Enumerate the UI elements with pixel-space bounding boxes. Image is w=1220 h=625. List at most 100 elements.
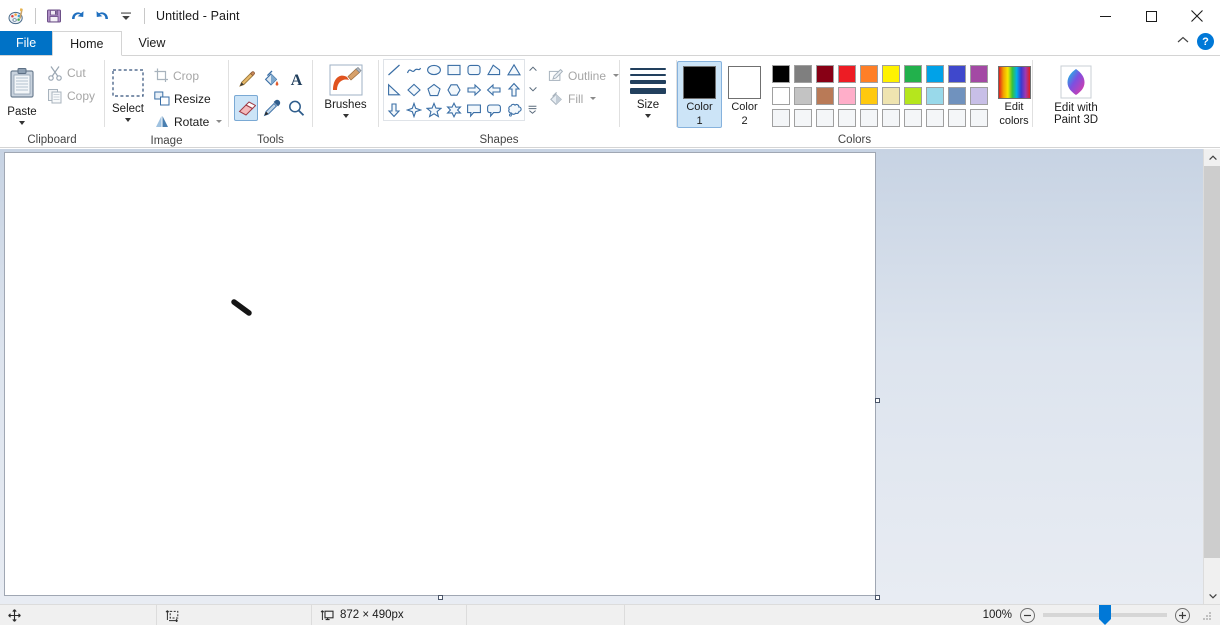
tab-view[interactable]: View <box>122 31 183 55</box>
palette-swatch-r2-c2[interactable] <box>793 86 815 108</box>
palette-swatch-r3-c7[interactable] <box>903 108 925 130</box>
polygon-shape[interactable] <box>484 60 504 80</box>
palette-swatch-r2-c6[interactable] <box>881 86 903 108</box>
size-dropdown-arrow[interactable] <box>645 114 651 118</box>
cut-button[interactable]: Cut <box>44 61 98 84</box>
scrollbar-thumb[interactable] <box>1204 166 1220 558</box>
zoom-slider-track[interactable] <box>1043 613 1167 617</box>
rectangular-callout-shape[interactable] <box>464 100 484 120</box>
text-tool[interactable]: A <box>284 66 308 92</box>
shapes-scroll-down-icon[interactable] <box>526 80 539 99</box>
color-picker-tool[interactable] <box>259 95 283 121</box>
canvas-resize-handle-right[interactable] <box>875 398 880 403</box>
close-button[interactable] <box>1174 0 1220 32</box>
maximize-button[interactable] <box>1128 0 1174 32</box>
resize-grip-icon[interactable] <box>1200 609 1212 621</box>
curve-shape[interactable] <box>404 60 424 80</box>
copy-button[interactable]: Copy <box>44 84 98 107</box>
zoom-out-button[interactable] <box>1020 608 1035 623</box>
scroll-up-arrow-icon[interactable] <box>1204 149 1220 166</box>
select-button[interactable]: Select <box>105 59 151 122</box>
palette-swatch-r3-c4[interactable] <box>837 108 859 130</box>
five-point-star-shape[interactable] <box>424 100 444 120</box>
pentagon-shape[interactable] <box>424 80 444 100</box>
four-point-star-shape[interactable] <box>404 100 424 120</box>
color-2-button[interactable]: Color 2 <box>722 61 767 128</box>
color-1-button[interactable]: Color 1 <box>677 61 722 128</box>
paste-dropdown-arrow[interactable] <box>19 121 25 125</box>
oval-shape[interactable] <box>424 60 444 80</box>
tab-file[interactable]: File <box>0 31 52 55</box>
scroll-down-arrow-icon[interactable] <box>1204 587 1220 604</box>
canvas-resize-handle-bottom[interactable] <box>438 595 443 600</box>
palette-swatch-r1-c4[interactable] <box>837 64 859 86</box>
palette-swatch-r1-c3[interactable] <box>815 64 837 86</box>
shapes-more-icon[interactable] <box>526 100 539 119</box>
palette-swatch-r2-c8[interactable] <box>925 86 947 108</box>
palette-swatch-r2-c5[interactable] <box>859 86 881 108</box>
collapse-ribbon-icon[interactable] <box>1177 36 1189 47</box>
line-shape[interactable] <box>384 60 404 80</box>
rounded-rectangle-shape[interactable] <box>464 60 484 80</box>
palette-swatch-r3-c5[interactable] <box>859 108 881 130</box>
cloud-callout-shape[interactable] <box>504 100 524 120</box>
down-arrow-shape[interactable] <box>384 100 404 120</box>
undo-icon[interactable] <box>67 5 89 27</box>
rotate-button[interactable]: Rotate <box>151 110 225 133</box>
size-button[interactable]: Size <box>624 59 672 118</box>
canvas-resize-handle-corner[interactable] <box>875 595 880 600</box>
hexagon-shape[interactable] <box>444 80 464 100</box>
palette-swatch-r1-c9[interactable] <box>947 64 969 86</box>
customize-qat-icon[interactable] <box>115 5 137 27</box>
select-dropdown-arrow[interactable] <box>125 118 131 122</box>
palette-swatch-r1-c7[interactable] <box>903 64 925 86</box>
eraser-tool[interactable] <box>234 95 258 121</box>
palette-swatch-r1-c1[interactable] <box>771 64 793 86</box>
rounded-callout-shape[interactable] <box>484 100 504 120</box>
palette-swatch-r2-c7[interactable] <box>903 86 925 108</box>
edit-colors-button[interactable]: Edit colors <box>991 61 1037 128</box>
rotate-dropdown-arrow[interactable] <box>216 120 222 123</box>
pencil-tool[interactable] <box>234 66 258 92</box>
zoom-slider-thumb[interactable] <box>1099 605 1111 625</box>
six-point-star-shape[interactable] <box>444 100 464 120</box>
palette-swatch-r2-c9[interactable] <box>947 86 969 108</box>
paste-button[interactable]: Paste <box>0 59 44 125</box>
fill-dropdown-arrow[interactable] <box>590 97 596 100</box>
brushes-dropdown-arrow[interactable] <box>343 114 349 118</box>
palette-swatch-r1-c5[interactable] <box>859 64 881 86</box>
palette-swatch-r3-c3[interactable] <box>815 108 837 130</box>
up-arrow-shape[interactable] <box>504 80 524 100</box>
palette-swatch-r2-c1[interactable] <box>771 86 793 108</box>
resize-button[interactable]: Resize <box>151 87 225 110</box>
palette-swatch-r3-c6[interactable] <box>881 108 903 130</box>
fill-button[interactable]: Fill <box>545 87 622 110</box>
palette-swatch-r2-c10[interactable] <box>969 86 991 108</box>
triangle-shape[interactable] <box>504 60 524 80</box>
save-icon[interactable] <box>43 5 65 27</box>
palette-swatch-r1-c6[interactable] <box>881 64 903 86</box>
palette-swatch-r3-c2[interactable] <box>793 108 815 130</box>
outline-dropdown-arrow[interactable] <box>613 74 619 77</box>
palette-swatch-r1-c8[interactable] <box>925 64 947 86</box>
palette-swatch-r1-c2[interactable] <box>793 64 815 86</box>
drawing-canvas[interactable] <box>4 152 876 596</box>
palette-swatch-r3-c9[interactable] <box>947 108 969 130</box>
palette-swatch-r3-c8[interactable] <box>925 108 947 130</box>
right-arrow-shape[interactable] <box>464 80 484 100</box>
magnifier-tool[interactable] <box>284 95 308 121</box>
redo-icon[interactable] <box>91 5 113 27</box>
palette-swatch-r1-c10[interactable] <box>969 64 991 86</box>
edit-with-paint3d-button[interactable]: Edit with Paint 3D <box>1048 59 1104 126</box>
palette-swatch-r2-c4[interactable] <box>837 86 859 108</box>
help-button[interactable]: ? <box>1197 33 1214 50</box>
brushes-button[interactable]: Brushes <box>318 59 372 118</box>
vertical-scrollbar[interactable] <box>1203 149 1220 604</box>
shapes-scroll-up-icon[interactable] <box>526 59 539 78</box>
paint-app-icon[interactable] <box>6 5 28 27</box>
rectangle-shape[interactable] <box>444 60 464 80</box>
right-triangle-shape[interactable] <box>384 80 404 100</box>
crop-button[interactable]: Crop <box>151 64 225 87</box>
outline-button[interactable]: Outline <box>545 64 622 87</box>
minimize-button[interactable] <box>1082 0 1128 32</box>
